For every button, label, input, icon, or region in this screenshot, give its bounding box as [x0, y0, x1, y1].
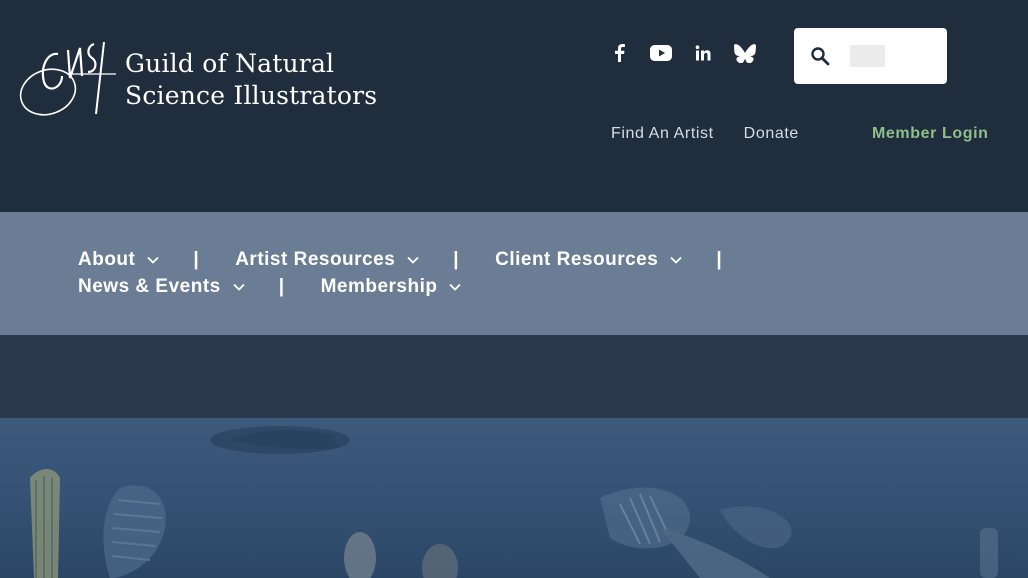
nav-item-label: Membership: [320, 276, 438, 297]
nav-item-membership[interactable]: Membership: [321, 276, 462, 298]
search-icon[interactable]: [810, 46, 830, 66]
facebook-icon[interactable]: [598, 40, 640, 66]
main-nav: About | Artist Resources | Client Resour…: [0, 212, 1028, 335]
nav-item-about[interactable]: About: [78, 249, 160, 271]
search-input[interactable]: [850, 45, 885, 67]
member-login-link[interactable]: Member Login: [872, 125, 989, 143]
chevron-down-icon: [233, 283, 245, 291]
linkedin-icon[interactable]: [682, 40, 724, 66]
site-name: Guild of Natural Science Illustrators: [125, 48, 377, 112]
bluesky-icon[interactable]: [724, 40, 766, 66]
chevron-down-icon: [147, 256, 160, 264]
nav-item-label: Client Resources: [495, 249, 659, 270]
gnsi-monogram-icon: [19, 42, 116, 116]
nav-item-news-events[interactable]: News & Events: [78, 276, 245, 298]
search-box: [794, 28, 947, 84]
hero-banner: [0, 418, 1028, 578]
nav-separator: |: [453, 249, 460, 270]
chevron-down-icon: [449, 283, 462, 291]
main-nav-row: About | Artist Resources | Client Resour…: [78, 249, 758, 271]
nav-item-label: About: [78, 249, 136, 270]
hero-illustration: [30, 426, 998, 578]
find-artist-link[interactable]: Find An Artist: [611, 125, 714, 143]
nav-item-label: News & Events: [78, 276, 221, 297]
social-links: [598, 40, 766, 66]
nav-separator: |: [278, 276, 285, 297]
donate-link[interactable]: Donate: [744, 125, 799, 143]
chevron-down-icon: [670, 256, 682, 264]
main-nav-row: News & Events | Membership: [78, 276, 462, 298]
nav-item-artist-resources[interactable]: Artist Resources: [235, 249, 419, 271]
chevron-down-icon: [407, 256, 419, 264]
site-header: Guild of Natural Science Illustrators Fi…: [0, 0, 1028, 212]
nav-separator: |: [193, 249, 200, 270]
nav-item-client-resources[interactable]: Client Resources: [495, 249, 682, 271]
nav-separator: |: [716, 249, 723, 270]
utility-nav: Find An Artist Donate: [611, 125, 799, 143]
site-logo[interactable]: Guild of Natural Science Illustrators: [18, 42, 398, 118]
site-name-line2: Science Illustrators: [125, 81, 378, 110]
content-spacer: [0, 335, 1028, 418]
youtube-icon[interactable]: [640, 40, 682, 66]
nav-item-label: Artist Resources: [235, 249, 396, 270]
site-name-line1: Guild of Natural: [125, 49, 335, 78]
